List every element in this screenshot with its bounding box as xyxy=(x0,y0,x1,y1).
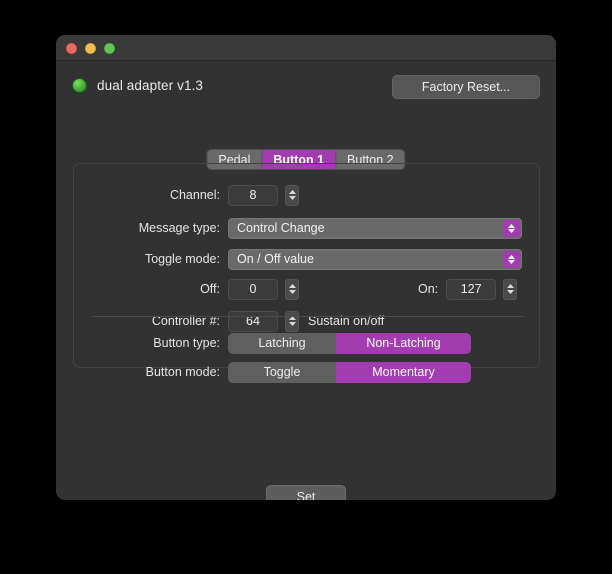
chevron-down-icon xyxy=(288,322,296,326)
chevron-down-icon xyxy=(288,290,296,294)
window-body: dual adapter v1.3 Factory Reset... Pedal… xyxy=(56,61,556,500)
chevron-down-icon xyxy=(506,290,514,294)
button-type-option-latching[interactable]: Latching xyxy=(228,332,336,354)
traffic-lights xyxy=(66,43,115,54)
message-type-label: Message type: xyxy=(138,221,220,235)
channel-stepper[interactable] xyxy=(285,184,299,206)
header-row: dual adapter v1.3 Factory Reset... xyxy=(56,75,556,101)
row-channel: Channel: 8 xyxy=(74,184,299,206)
off-label: Off: xyxy=(200,282,220,296)
off-input[interactable]: 0 xyxy=(228,278,278,300)
toggle-mode-value: On / Off value xyxy=(237,252,314,266)
toggle-mode-label: Toggle mode: xyxy=(144,252,220,266)
zoom-button-icon[interactable] xyxy=(104,43,115,54)
close-button-icon[interactable] xyxy=(66,43,77,54)
off-stepper[interactable] xyxy=(285,278,299,300)
chevron-down-icon xyxy=(288,196,296,200)
device-identity: dual adapter v1.3 xyxy=(72,78,203,93)
chevron-up-icon xyxy=(288,284,296,288)
button-type-label: Button type: xyxy=(153,336,220,350)
row-message-type: Message type: Control Change xyxy=(74,217,522,239)
button-type-segmented: Latching Non-Latching xyxy=(228,332,471,354)
row-on-value: On: 127 xyxy=(418,278,518,300)
window-titlebar xyxy=(56,35,556,61)
controller-stepper[interactable] xyxy=(285,310,299,332)
device-name-label: dual adapter v1.3 xyxy=(97,78,204,93)
row-off-value: Off: 0 xyxy=(74,278,299,300)
row-controller: Controller #: 64 Sustain on/off xyxy=(74,310,384,332)
message-type-value: Control Change xyxy=(237,221,325,235)
message-type-select[interactable]: Control Change xyxy=(228,217,522,239)
on-input[interactable]: 127 xyxy=(446,278,497,300)
screen: dual adapter v1.3 Factory Reset... Pedal… xyxy=(0,0,612,574)
button-mode-label: Button mode: xyxy=(145,365,220,379)
on-stepper[interactable] xyxy=(503,278,518,300)
settings-group: Channel: 8 Message type: Control Change xyxy=(73,163,540,383)
button-mode-segmented: Toggle Momentary xyxy=(228,361,471,383)
button-mode-option-toggle[interactable]: Toggle xyxy=(228,361,336,383)
set-button[interactable]: Set xyxy=(266,485,346,500)
channel-input[interactable]: 8 xyxy=(228,184,278,206)
controller-input[interactable]: 64 xyxy=(228,310,278,332)
row-button-mode: Button mode: Toggle Momentary xyxy=(74,361,471,383)
chevron-updown-icon xyxy=(503,219,520,237)
on-label: On: xyxy=(418,282,439,296)
row-toggle-mode: Toggle mode: On / Off value xyxy=(74,248,522,270)
connection-status-icon xyxy=(72,78,87,93)
minimize-button-icon[interactable] xyxy=(85,43,96,54)
chevron-updown-icon xyxy=(503,250,520,268)
button-type-option-non-latching[interactable]: Non-Latching xyxy=(336,332,471,354)
row-button-type: Button type: Latching Non-Latching xyxy=(74,332,471,354)
section-divider xyxy=(93,316,523,317)
chevron-up-icon xyxy=(288,190,296,194)
button-mode-option-momentary[interactable]: Momentary xyxy=(336,361,471,383)
app-window: dual adapter v1.3 Factory Reset... Pedal… xyxy=(56,35,556,500)
channel-label: Channel: xyxy=(169,188,220,202)
toggle-mode-select[interactable]: On / Off value xyxy=(228,248,522,270)
chevron-up-icon xyxy=(506,284,514,288)
factory-reset-button[interactable]: Factory Reset... xyxy=(392,75,540,99)
